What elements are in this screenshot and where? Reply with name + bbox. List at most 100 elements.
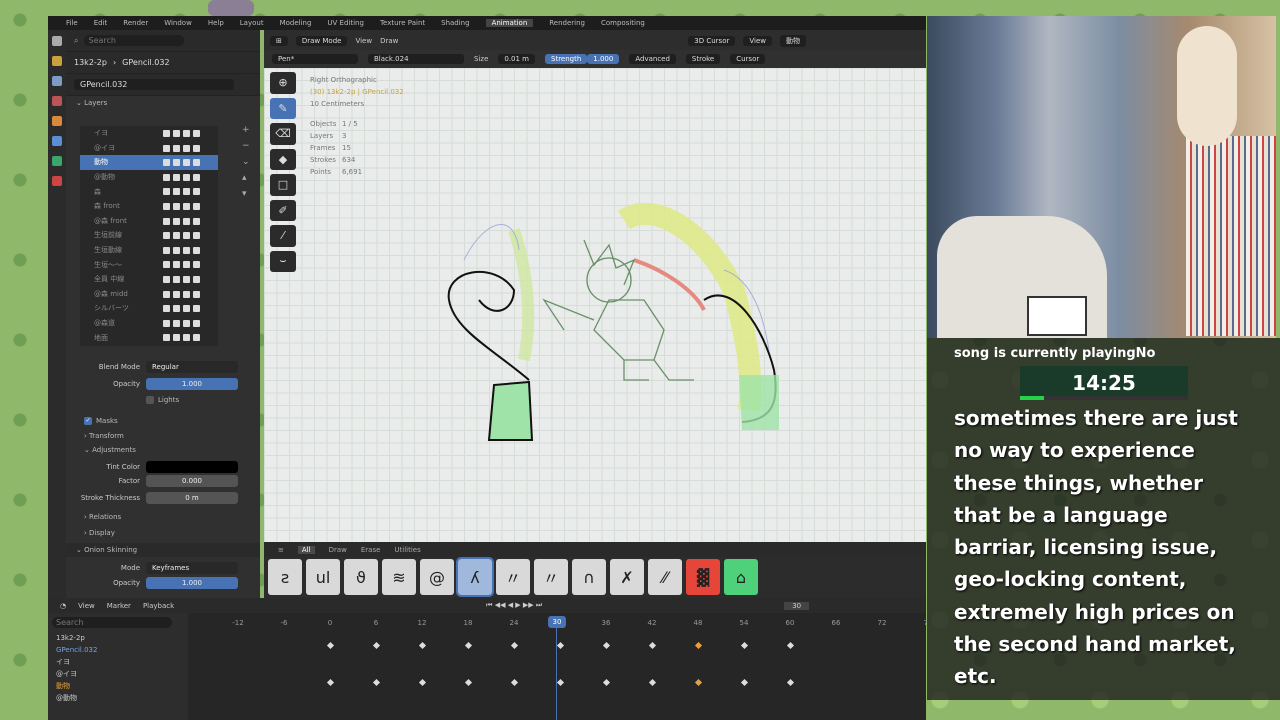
menu-draw[interactable]: Draw xyxy=(380,37,398,45)
brush-preset-icon[interactable]: ▓ xyxy=(686,559,720,595)
layer-row[interactable]: @森 front xyxy=(80,214,218,229)
visibility-icon[interactable] xyxy=(163,290,170,298)
factor-field[interactable]: 0.000 xyxy=(146,475,238,488)
timeline-menu-marker[interactable]: Marker xyxy=(107,602,131,610)
menu-help[interactable]: Help xyxy=(208,19,224,27)
animation-layer-select[interactable]: 動物 xyxy=(780,35,806,47)
layer-row[interactable]: 森 xyxy=(80,184,218,199)
onion-icon[interactable] xyxy=(173,173,180,181)
onion-icon[interactable] xyxy=(173,130,180,137)
eye-icon[interactable] xyxy=(183,173,190,181)
scene-icon[interactable] xyxy=(52,96,62,106)
visibility-icon[interactable] xyxy=(163,319,170,327)
onion-icon[interactable] xyxy=(173,159,180,167)
add-layer-icon[interactable]: + xyxy=(242,125,250,135)
onion-icon[interactable] xyxy=(173,217,180,225)
mode-select[interactable]: Draw Mode xyxy=(295,36,348,46)
lock-icon[interactable] xyxy=(193,232,200,240)
visibility-icon[interactable] xyxy=(163,261,170,269)
brush-preset-icon[interactable]: ul xyxy=(306,559,340,595)
brush-preset-icon[interactable]: ✗ xyxy=(610,559,644,595)
tab-modeling[interactable]: Modeling xyxy=(280,19,312,27)
tint-color-swatch[interactable] xyxy=(146,460,238,473)
layer-row[interactable]: 森 front xyxy=(80,199,218,214)
timeline-channel[interactable]: 13k2-2p xyxy=(56,632,188,644)
menu-view[interactable]: View xyxy=(355,37,372,45)
layer-row[interactable]: @イヨ xyxy=(80,141,218,156)
menu-edit[interactable]: Edit xyxy=(94,19,108,27)
eye-icon[interactable] xyxy=(183,290,190,298)
eye-icon[interactable] xyxy=(183,159,190,167)
remove-layer-icon[interactable]: − xyxy=(242,141,250,151)
move-down-icon[interactable]: ▾ xyxy=(242,189,250,199)
onion-icon[interactable] xyxy=(173,334,180,342)
tint-tool-icon[interactable]: ✐ xyxy=(270,199,296,221)
eyedropper-tool-icon[interactable]: ⁄ xyxy=(270,225,296,247)
layer-row[interactable]: @森道 xyxy=(80,316,218,331)
playback-controls[interactable]: ⏮ ◀◀ ◀ ▶ ▶▶ ⏭ xyxy=(486,601,542,610)
render-icon[interactable] xyxy=(52,56,62,66)
menu-file[interactable]: File xyxy=(66,19,78,27)
brush-menu-icon[interactable]: ≡ xyxy=(278,546,284,554)
visibility-icon[interactable] xyxy=(163,217,170,225)
visibility-icon[interactable] xyxy=(163,232,170,240)
layer-row[interactable]: 生垣動線 xyxy=(80,243,218,258)
move-up-icon[interactable]: ▴ xyxy=(242,173,250,183)
modifier-icon[interactable] xyxy=(52,136,62,146)
tab-animation[interactable]: Animation xyxy=(485,19,534,27)
lock-icon[interactable] xyxy=(193,246,200,254)
lock-icon[interactable] xyxy=(193,290,200,298)
timeline-channel[interactable]: @動物 xyxy=(56,692,188,704)
tool-icon[interactable] xyxy=(52,36,62,46)
stroke-dropdown[interactable]: Stroke xyxy=(685,54,721,64)
stroke-thickness-field[interactable]: 0 m xyxy=(146,492,238,505)
relations-panel[interactable]: Relations xyxy=(89,513,121,521)
editor-type-icon[interactable]: ◔ xyxy=(60,602,66,610)
onion-icon[interactable] xyxy=(173,319,180,327)
blend-mode-select[interactable]: Regular xyxy=(146,361,238,374)
cursor-dropdown[interactable]: Cursor xyxy=(730,54,766,64)
editor-type-select[interactable]: ⊞ xyxy=(270,36,288,46)
onion-icon[interactable] xyxy=(173,275,180,283)
visibility-icon[interactable] xyxy=(163,202,170,210)
curve-tool-icon[interactable]: ⌣ xyxy=(270,250,296,272)
brush-preset-icon[interactable]: ʎ xyxy=(456,557,494,597)
visibility-icon[interactable] xyxy=(163,305,170,313)
display-panel[interactable]: Display xyxy=(89,529,115,537)
lock-icon[interactable] xyxy=(193,159,200,167)
eye-icon[interactable] xyxy=(183,319,190,327)
eye-icon[interactable] xyxy=(183,305,190,313)
eye-icon[interactable] xyxy=(183,188,190,196)
cursor-tool-icon[interactable]: ⊕ xyxy=(270,72,296,94)
layer-row[interactable]: 地面 xyxy=(80,330,218,345)
onion-icon[interactable] xyxy=(173,290,180,298)
brush-preset-icon[interactable]: 〃 xyxy=(534,559,568,595)
lock-icon[interactable] xyxy=(193,261,200,269)
visibility-icon[interactable] xyxy=(163,275,170,283)
visibility-icon[interactable] xyxy=(163,159,170,167)
lock-icon[interactable] xyxy=(193,188,200,196)
properties-search-input[interactable]: Search xyxy=(84,35,185,46)
onion-icon[interactable] xyxy=(173,261,180,269)
brush-preset-icon[interactable]: @ xyxy=(420,559,454,595)
timeline-channel[interactable]: 動物 xyxy=(56,680,188,692)
view-select[interactable]: View xyxy=(743,36,772,46)
box-tool-icon[interactable]: □ xyxy=(270,174,296,196)
onion-icon[interactable] xyxy=(173,188,180,196)
brush-tab-erase[interactable]: Erase xyxy=(361,546,381,554)
eye-icon[interactable] xyxy=(183,130,190,137)
layer-row[interactable]: 生垣前線 xyxy=(80,228,218,243)
brush-tab-utilities[interactable]: Utilities xyxy=(394,546,420,554)
onion-icon[interactable] xyxy=(173,305,180,313)
onion-mode-select[interactable]: Keyframes xyxy=(146,562,238,575)
timeline-channel[interactable]: GPencil.032 xyxy=(56,644,188,656)
lock-icon[interactable] xyxy=(193,319,200,327)
layer-row[interactable]: 生垣〜〜 xyxy=(80,257,218,272)
material-select[interactable]: Black.024 xyxy=(368,54,464,64)
onion-icon[interactable] xyxy=(173,246,180,254)
visibility-icon[interactable] xyxy=(163,334,170,342)
lights-checkbox[interactable] xyxy=(146,396,154,405)
layer-menu-icon[interactable]: ⌄ xyxy=(242,157,250,167)
adjustments-panel[interactable]: Adjustments xyxy=(92,446,136,454)
tab-rendering[interactable]: Rendering xyxy=(549,19,585,27)
